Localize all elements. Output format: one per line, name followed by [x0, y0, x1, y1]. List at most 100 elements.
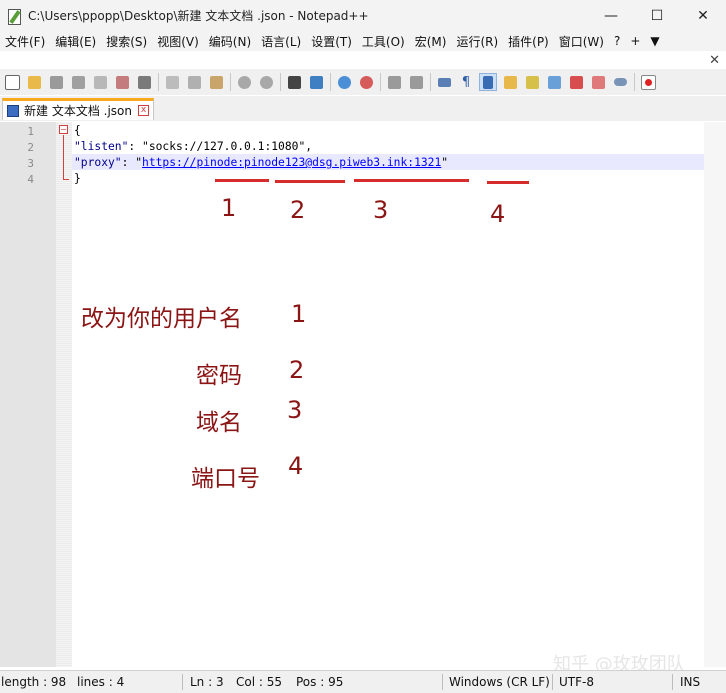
new-file-icon[interactable]	[3, 73, 21, 91]
tab-new-json[interactable]: 新建 文本文档 .json x	[2, 98, 154, 120]
copy-icon[interactable]	[185, 73, 203, 91]
minimize-button[interactable]: —	[588, 0, 634, 31]
proxy-url-link[interactable]: https://pinode:pinode123@dsg.piweb3.ink:…	[142, 156, 441, 169]
json-key-listen: "listen"	[74, 140, 129, 153]
zoom-out-icon[interactable]	[357, 73, 375, 91]
domain-underline	[354, 179, 469, 182]
menu-bar: 文件(F) 编辑(E) 搜索(S) 视图(V) 编码(N) 语言(L) 设置(T…	[0, 31, 726, 51]
password-underline	[275, 180, 345, 183]
code-line-4[interactable]: }	[74, 172, 81, 185]
menu-dropdown[interactable]: ▼	[645, 34, 664, 48]
tab-label: 新建 文本文档 .json	[24, 104, 132, 118]
tab-close-icon[interactable]: x	[138, 105, 149, 116]
menu-search[interactable]: 搜索(S)	[101, 33, 152, 50]
save-status-icon	[7, 104, 19, 117]
paste-icon[interactable]	[207, 73, 225, 91]
menu-window[interactable]: 窗口(W)	[554, 33, 609, 50]
status-encoding[interactable]: UTF-8	[559, 671, 594, 693]
menu-macro[interactable]: 宏(M)	[410, 33, 452, 50]
fold-toggle-icon[interactable]: −	[59, 125, 68, 134]
menu-help[interactable]: ?	[609, 34, 625, 48]
toolbar-separator	[158, 73, 159, 91]
redo-icon[interactable]	[257, 73, 275, 91]
menu-tools[interactable]: 工具(O)	[357, 33, 410, 50]
fold-margin	[56, 122, 72, 667]
function-list-icon[interactable]	[545, 73, 563, 91]
find-icon[interactable]	[285, 73, 303, 91]
line-number: 2	[27, 141, 34, 154]
folder-workspace-icon[interactable]	[567, 73, 585, 91]
sync-horizontal-icon[interactable]	[407, 73, 425, 91]
port-underline	[487, 181, 529, 184]
toolbar-separator	[634, 73, 635, 91]
menu-plus[interactable]: +	[625, 34, 645, 48]
save-icon[interactable]	[47, 73, 65, 91]
menu-edit[interactable]: 编辑(E)	[50, 33, 101, 50]
undo-icon[interactable]	[235, 73, 253, 91]
legend-number-4: 4	[288, 452, 304, 480]
json-value-listen: "socks://127.0.0.1:1080"	[142, 140, 306, 153]
close-all-icon[interactable]	[113, 73, 131, 91]
word-wrap-icon[interactable]	[435, 73, 453, 91]
toolbar: ¶	[0, 69, 726, 95]
toolbar-separator	[430, 73, 431, 91]
line-number: 4	[27, 173, 34, 186]
json-quote: "	[135, 156, 143, 169]
eye-icon[interactable]	[611, 73, 629, 91]
line-number-gutter: 1 2 3 4	[0, 122, 56, 667]
toolbar-separator	[230, 73, 231, 91]
zoom-in-icon[interactable]	[335, 73, 353, 91]
status-divider	[552, 674, 553, 690]
editor-area[interactable]: 1 2 3 4 − { "listen": "socks://127.0.0.1…	[0, 122, 726, 667]
status-line-number: Ln : 3	[190, 675, 224, 689]
toolbar-separator	[380, 73, 381, 91]
status-bar: length : 98 lines : 4 Ln : 3 Col : 55 Po…	[0, 670, 726, 693]
menu-encoding[interactable]: 编码(N)	[204, 33, 256, 50]
menu-language[interactable]: 语言(L)	[256, 33, 306, 50]
fold-line	[63, 135, 64, 180]
json-key-proxy: "proxy"	[74, 156, 122, 169]
status-insert-mode[interactable]: INS	[680, 671, 700, 693]
menu-run[interactable]: 运行(R)	[451, 33, 503, 50]
code-line-3[interactable]: "proxy": "https://pinode:pinode123@dsg.p…	[74, 156, 448, 169]
close-button[interactable]: ✕	[680, 0, 726, 31]
legend-number-3: 3	[287, 396, 303, 424]
mark-number-2: 2	[290, 196, 306, 224]
close-document-icon[interactable]: ✕	[709, 53, 720, 68]
line-number: 1	[27, 125, 34, 138]
vertical-scrollbar[interactable]	[704, 122, 726, 667]
show-all-chars-icon[interactable]: ¶	[457, 73, 475, 91]
maximize-button[interactable]: ☐	[634, 0, 680, 31]
window-title: C:\Users\ppopp\Desktop\新建 文本文档 .json - N…	[28, 9, 369, 23]
open-file-icon[interactable]	[25, 73, 43, 91]
menu-view[interactable]: 视图(V)	[152, 33, 204, 50]
user-defined-lang-icon[interactable]	[501, 73, 519, 91]
code-line-2[interactable]: "listen": "socks://127.0.0.1:1080",	[74, 140, 312, 153]
status-divider	[672, 674, 673, 690]
status-position: Pos : 95	[296, 675, 344, 689]
doc-map-icon[interactable]	[523, 73, 541, 91]
status-divider	[182, 674, 183, 690]
replace-icon[interactable]	[307, 73, 325, 91]
code-line-1[interactable]: {	[74, 124, 81, 137]
mark-number-1: 1	[221, 194, 237, 222]
monitoring-icon[interactable]	[589, 73, 607, 91]
record-macro-icon[interactable]	[639, 73, 657, 91]
status-column: Col : 55	[236, 675, 282, 689]
toolbar-separator	[280, 73, 281, 91]
cut-icon[interactable]	[163, 73, 181, 91]
status-eol[interactable]: Windows (CR LF)	[449, 671, 550, 693]
save-all-icon[interactable]	[69, 73, 87, 91]
legend-label-port: 端口号	[191, 466, 260, 492]
json-quote: "	[441, 156, 449, 169]
menu-plugins[interactable]: 插件(P)	[503, 33, 554, 50]
close-icon[interactable]	[91, 73, 109, 91]
legend-number-2: 2	[289, 356, 305, 384]
json-colon: :	[121, 156, 136, 169]
json-comma: ,	[305, 140, 313, 153]
indent-guide-icon[interactable]	[479, 73, 497, 91]
sync-vertical-icon[interactable]	[385, 73, 403, 91]
menu-file[interactable]: 文件(F)	[0, 33, 50, 50]
menu-settings[interactable]: 设置(T)	[306, 33, 357, 50]
print-icon[interactable]	[135, 73, 153, 91]
